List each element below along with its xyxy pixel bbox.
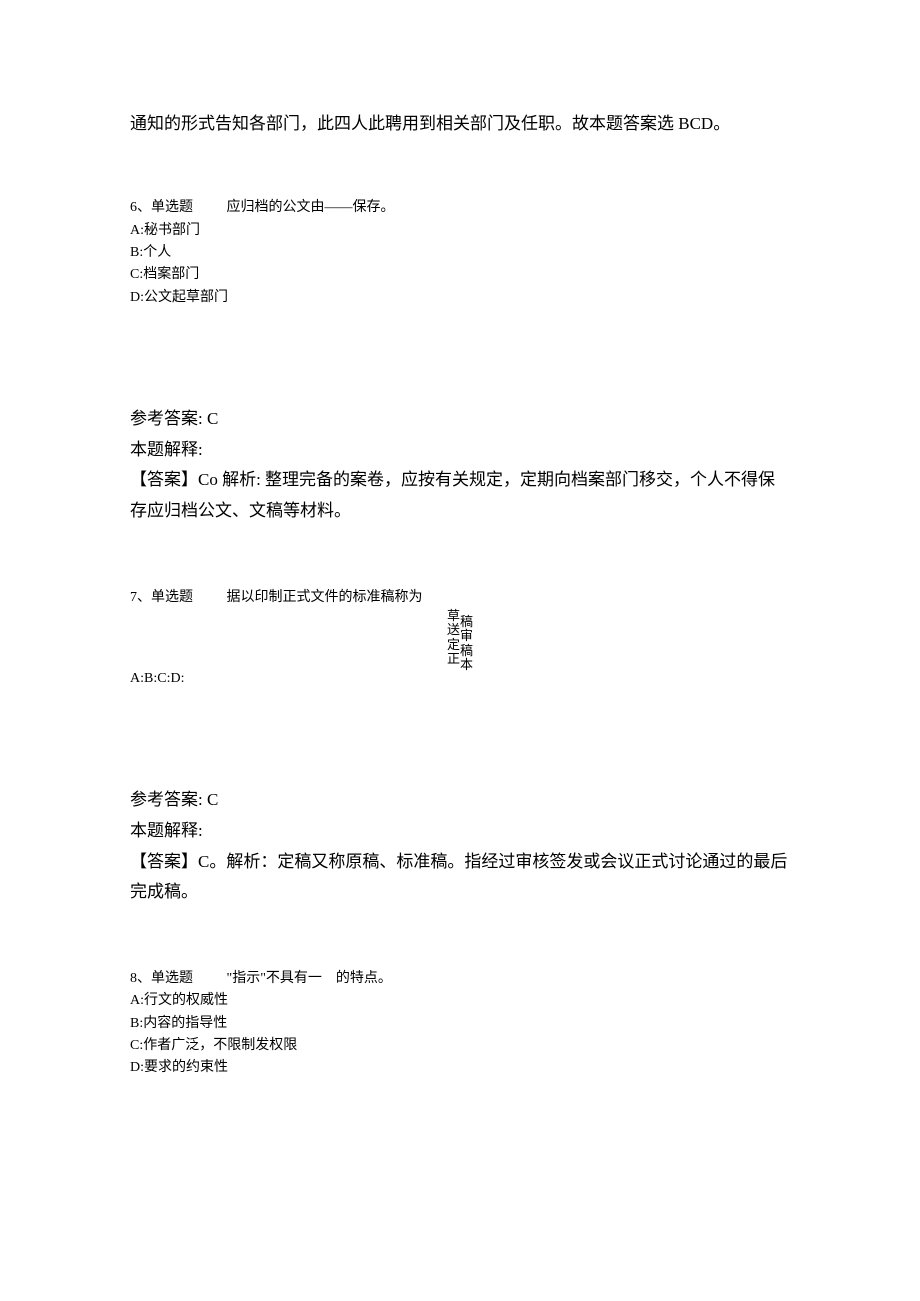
q8-option-c: C:作者广泛，不限制发权限 <box>130 1035 790 1057</box>
q7-text: 据以印制正式文件的标准稿称为 <box>227 590 423 605</box>
previous-question-continuation: 通知的形式告知各部门，此四人此聘用到相关部门及任职。故本题答案选 BCD。 <box>130 110 790 137</box>
q8-number: 8、单选题 <box>130 971 193 986</box>
question-6: 6、单选题 应归档的公文由――保存。 A:秘书部门 B:个人 C:档案部门 D:… <box>130 197 790 309</box>
q6-option-a: A:秘书部门 <box>130 220 790 242</box>
question-8: 8、单选题 "指示"不具有一 的特点。 A:行文的权威性 B:内容的指导性 C:… <box>130 968 790 1080</box>
q7-answer-label: 参考答案: C <box>130 785 790 816</box>
question-7: 7、单选题 据以印制正式文件的标准稿称为 草稿 送审 定稿 正本 A:B:C:D… <box>130 587 790 691</box>
q6-answer-block: 参考答案: C 本题解释: 【答案】Co 解析: 整理完备的案卷，应按有关规定，… <box>130 404 790 526</box>
q6-option-b: B:个人 <box>130 242 790 264</box>
q6-answer-label: 参考答案: C <box>130 404 790 435</box>
q7-opt-r4b: 本 <box>460 658 473 672</box>
q7-explain-label: 本题解释: <box>130 816 790 847</box>
q6-explain-label: 本题解释: <box>130 435 790 466</box>
q8-option-b: B:内容的指导性 <box>130 1013 790 1035</box>
q7-opt-r3a: 定 <box>447 638 460 652</box>
q7-number: 7、单选题 <box>130 590 193 605</box>
q7-opt-r4a: 正 <box>447 652 460 666</box>
q7-opt-r1a: 草 <box>447 609 460 623</box>
q7-opt-r2a: 送 <box>447 623 460 637</box>
q7-options: 草稿 送审 定稿 正本 <box>130 609 790 666</box>
q7-opt-r3b: 稿 <box>460 644 473 658</box>
q7-opt-r1b: 稿 <box>460 615 473 629</box>
q8-option-d: D:要求的约束性 <box>130 1057 790 1079</box>
q6-number: 6、单选题 <box>130 200 193 215</box>
q7-opt-r2b: 审 <box>460 629 473 643</box>
q7-answer-block: 参考答案: C 本题解释: 【答案】C。解析：定稿又称原稿、标准稿。指经过审核签… <box>130 785 790 907</box>
q6-option-d: D:公文起草部门 <box>130 287 790 309</box>
q6-explanation: 【答案】Co 解析: 整理完备的案卷，应按有关规定，定期向档案部门移交，个人不得… <box>130 465 790 526</box>
q7-explanation: 【答案】C。解析：定稿又称原稿、标准稿。指经过审核签发或会议正式讨论通过的最后完… <box>130 847 790 908</box>
q6-text: 应归档的公文由――保存。 <box>227 200 395 215</box>
q6-option-c: C:档案部门 <box>130 264 790 286</box>
q8-option-a: A:行文的权威性 <box>130 990 790 1012</box>
q8-text: "指示"不具有一 的特点。 <box>227 971 392 986</box>
